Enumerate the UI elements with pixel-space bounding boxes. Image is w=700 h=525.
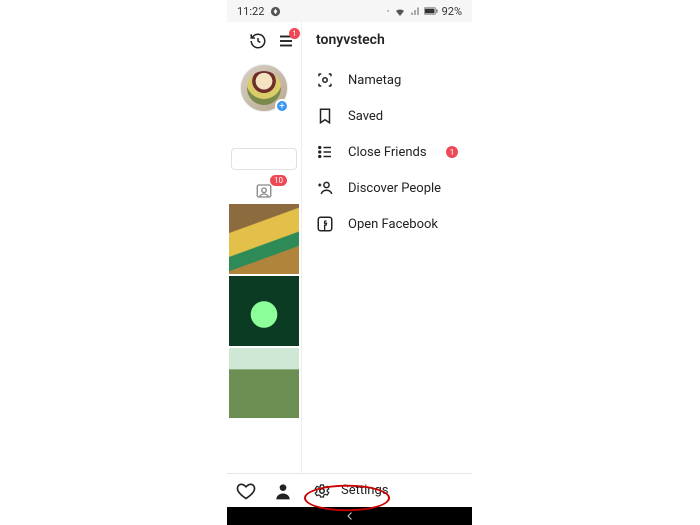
drawer-item-discover-people[interactable]: Discover People bbox=[316, 170, 458, 206]
side-drawer: tonyvstech Nametag Saved Close Friends 1… bbox=[301, 22, 472, 473]
status-bar: 11:22 · 92% bbox=[227, 0, 472, 22]
menu-badge: 1 bbox=[289, 28, 300, 39]
tagged-tab[interactable]: 10 bbox=[227, 178, 301, 204]
drawer-item-label: Nametag bbox=[348, 73, 458, 88]
photo-thumbnail[interactable] bbox=[229, 204, 299, 274]
hamburger-menu-icon[interactable]: 1 bbox=[277, 32, 295, 50]
add-story-plus-icon[interactable]: + bbox=[275, 99, 289, 113]
dot-icon: · bbox=[387, 5, 390, 18]
profile-person-icon[interactable] bbox=[273, 481, 293, 501]
tagged-badge: 10 bbox=[270, 175, 287, 186]
back-nav-icon[interactable] bbox=[344, 510, 356, 522]
close-friends-badge: 1 bbox=[446, 146, 458, 158]
gear-icon bbox=[313, 482, 331, 500]
drawer-item-label: Saved bbox=[348, 109, 458, 124]
battery-text: 92% bbox=[442, 5, 462, 18]
drawer-item-label: Close Friends bbox=[348, 145, 432, 160]
settings-label: Settings bbox=[341, 483, 388, 498]
status-time: 11:22 bbox=[237, 5, 264, 18]
phone-frame: 11:22 · 92% 1 + bbox=[227, 0, 472, 525]
drawer-item-close-friends[interactable]: Close Friends 1 bbox=[316, 134, 458, 170]
nametag-icon bbox=[316, 71, 334, 89]
android-nav-bar bbox=[227, 507, 472, 525]
drawer-item-open-facebook[interactable]: Open Facebook bbox=[316, 206, 458, 242]
drawer-username: tonyvstech bbox=[316, 32, 458, 48]
battery-icon bbox=[424, 7, 438, 15]
avatar[interactable]: + bbox=[240, 64, 288, 112]
drawer-item-saved[interactable]: Saved bbox=[316, 98, 458, 134]
wifi-icon bbox=[394, 6, 406, 16]
list-icon bbox=[316, 143, 334, 161]
photo-grid bbox=[227, 204, 301, 473]
profile-under-strip: 1 + 10 bbox=[227, 22, 301, 473]
signal-icon bbox=[410, 6, 420, 16]
drawer-item-label: Open Facebook bbox=[348, 217, 458, 232]
drawer-item-nametag[interactable]: Nametag bbox=[316, 62, 458, 98]
app-indicator-icon bbox=[270, 6, 281, 17]
drawer-item-label: Discover People bbox=[348, 181, 458, 196]
archive-icon[interactable] bbox=[249, 32, 267, 50]
photo-thumbnail[interactable] bbox=[229, 348, 299, 418]
bookmark-icon bbox=[316, 107, 334, 125]
activity-heart-icon[interactable] bbox=[236, 481, 256, 501]
photo-thumbnail[interactable] bbox=[229, 276, 299, 346]
settings-button[interactable]: Settings bbox=[301, 482, 472, 500]
facebook-icon bbox=[316, 215, 334, 233]
edit-profile-button[interactable] bbox=[231, 148, 297, 170]
bottom-bar: Settings bbox=[227, 473, 472, 507]
add-person-icon bbox=[316, 179, 334, 197]
